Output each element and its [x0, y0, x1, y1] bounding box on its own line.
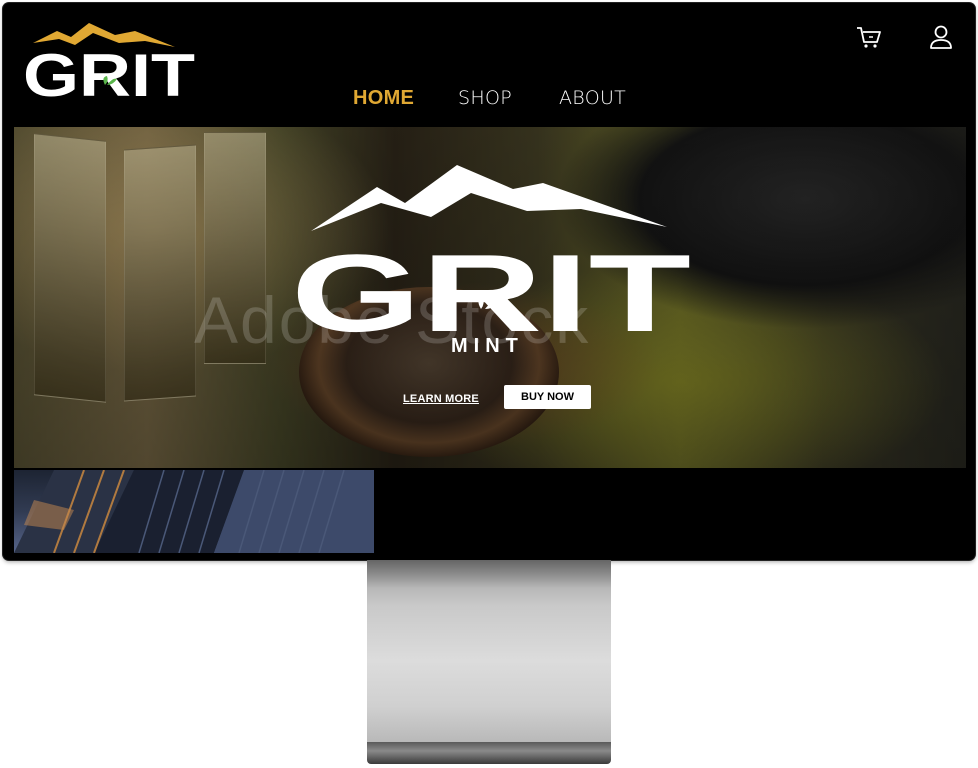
monitor-stand — [367, 560, 611, 743]
stand-shadow — [367, 560, 611, 588]
learn-more-link[interactable]: LEARN MORE — [403, 393, 479, 405]
nav-item-home[interactable]: HOME — [353, 87, 414, 110]
main-nav: HOME SHOP ABOUT — [14, 87, 966, 117]
buy-now-button[interactable]: BUY NOW — [504, 385, 591, 409]
hero-flavor: MINT — [451, 335, 524, 357]
nav-item-shop[interactable]: SHOP — [458, 87, 512, 109]
hero-brand-logo: GRIT MINT — [291, 165, 691, 357]
user-icon[interactable] — [927, 23, 955, 51]
nav-item-about[interactable]: ABOUT — [559, 87, 626, 109]
building-image — [14, 470, 374, 553]
monitor-frame: GRIT HOME SHOP ABOUT Adobe Stock GRIT MI… — [3, 3, 975, 560]
hero-banner: Adobe Stock GRIT MINT LEARN MORE BUY NOW — [14, 127, 966, 468]
buy-now-label: BUY NOW — [521, 391, 574, 403]
monitor-foot — [367, 742, 611, 764]
cart-icon[interactable] — [855, 23, 883, 51]
website-screen: GRIT HOME SHOP ABOUT Adobe Stock GRIT MI… — [14, 3, 966, 553]
